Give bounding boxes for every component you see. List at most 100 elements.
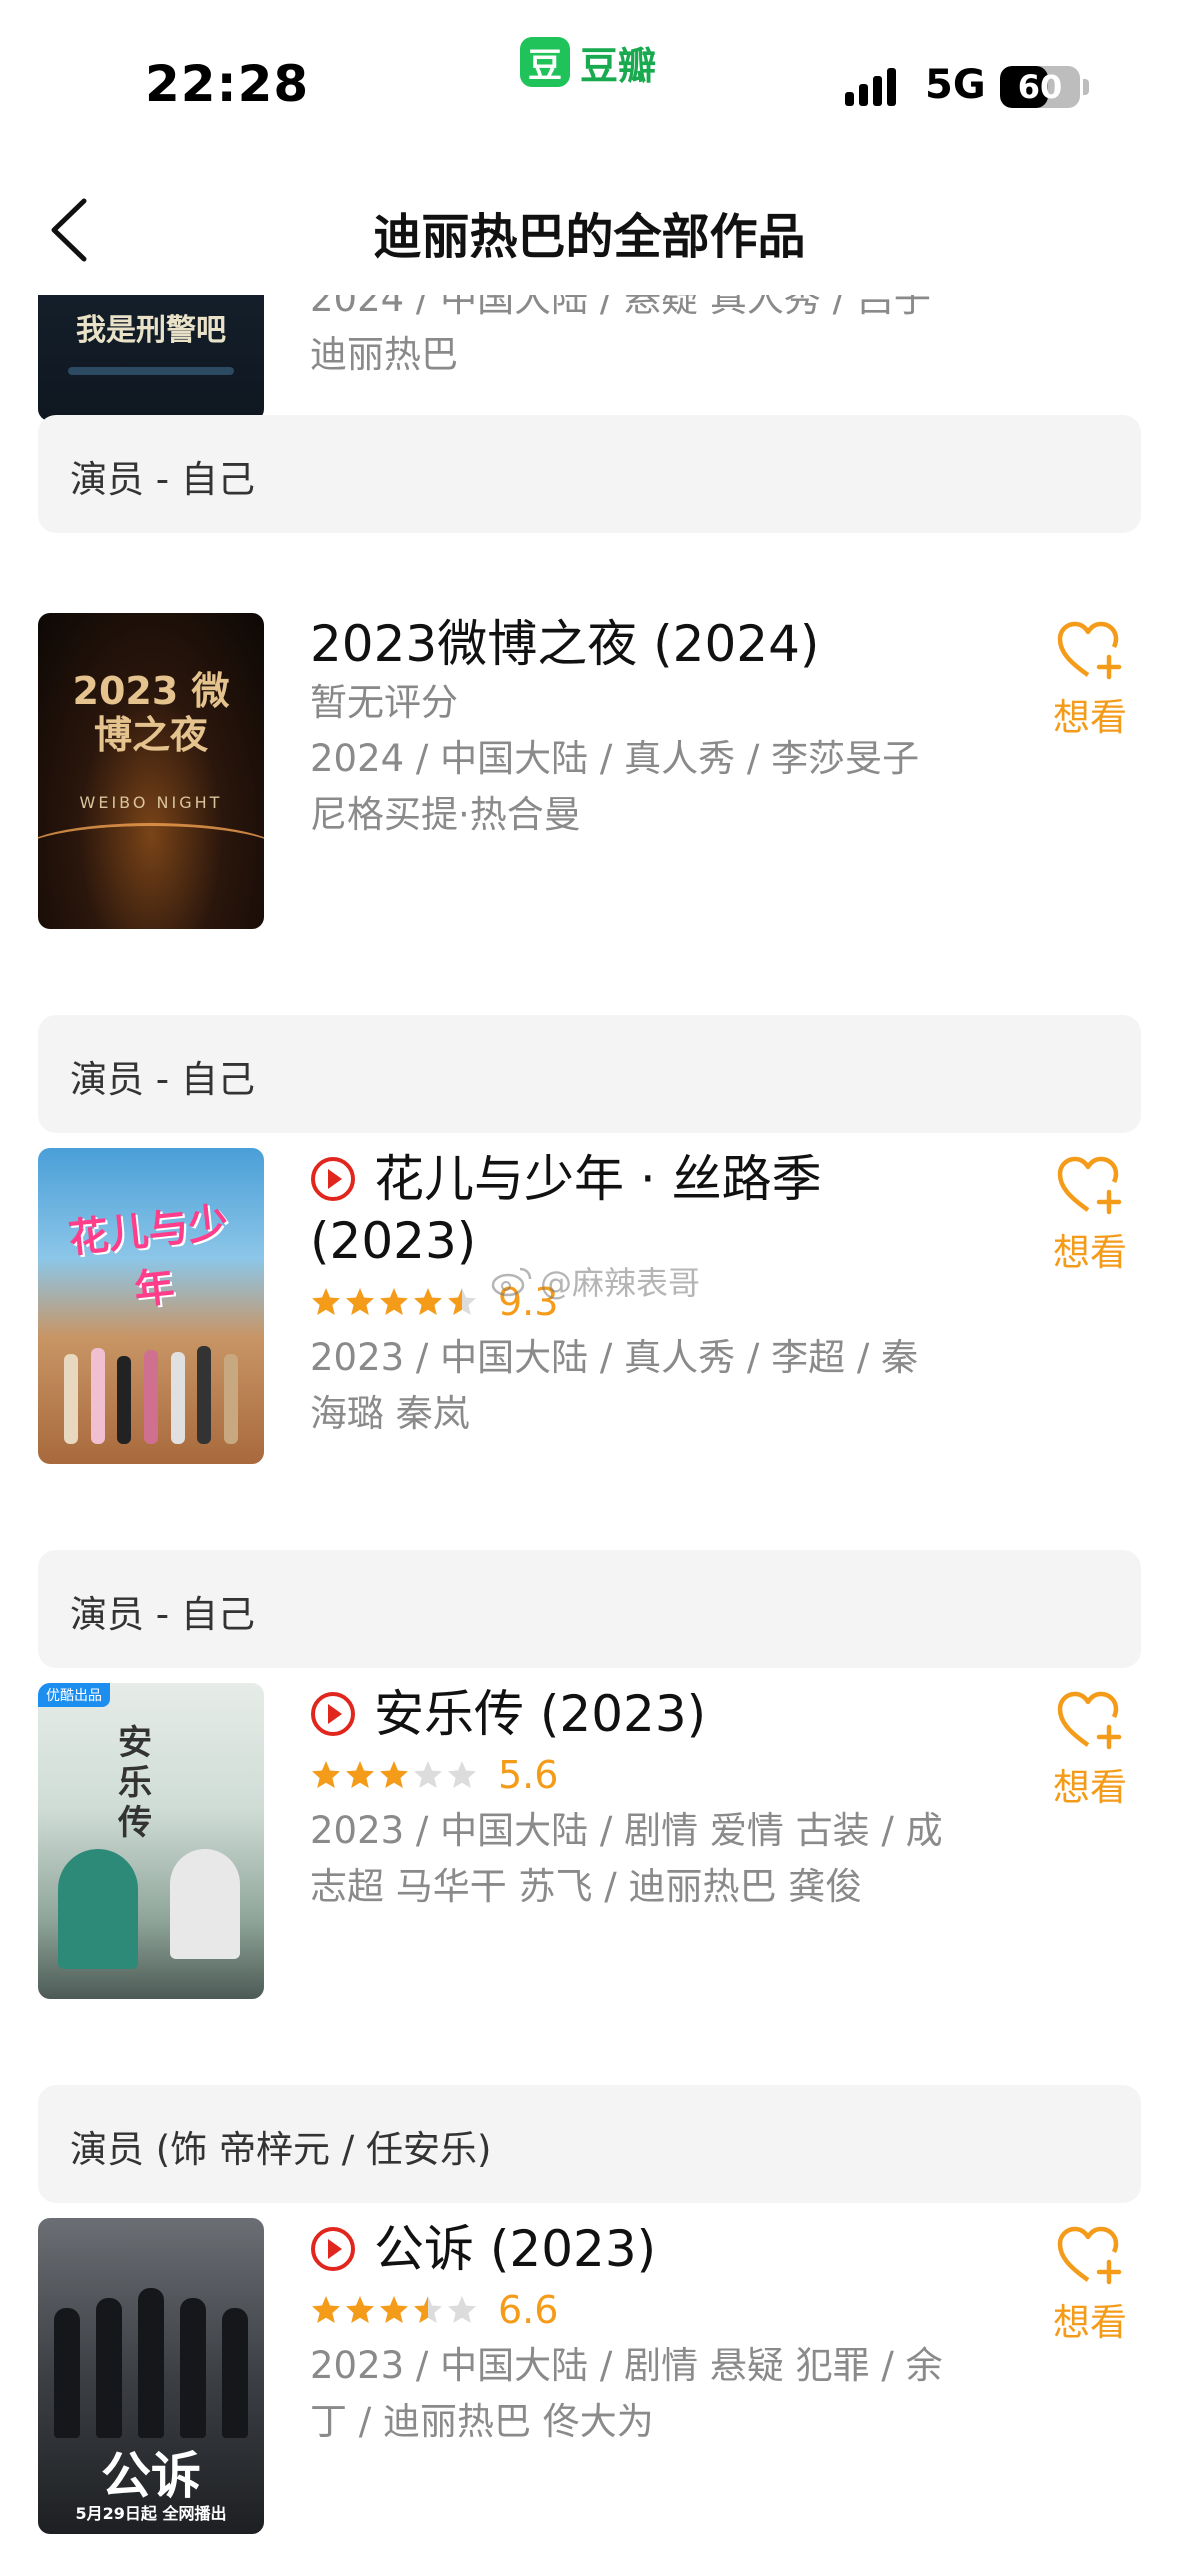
item-info: 2024 / 中国大陆 / 悬疑 真人秀 / 吕子 迪丽热巴 [310, 295, 970, 383]
role-box: 演员 (饰 帝梓元 / 任安乐) [38, 2085, 1141, 2203]
list-item[interactable]: 公诉 5月29日起 全网播出 公诉 (2023) 6.6 2023 / 中国大陆… [0, 2218, 1179, 2556]
want-label: 想看 [1053, 1231, 1127, 1274]
poster-people [58, 1344, 244, 1444]
rating-score: 6.6 [498, 2288, 559, 2332]
poster-badge: 优酷出品 [38, 1683, 110, 1707]
star-icon [448, 2296, 476, 2323]
item-meta-line: 2023 / 中国大陆 / 剧情 悬疑 犯罪 / 余 [310, 2344, 943, 2387]
play-icon [311, 1157, 355, 1201]
nav-bar: 迪丽热巴的全部作品 [0, 175, 1179, 285]
network-type: 5G [925, 62, 986, 108]
role-text: 演员 - 自己 [70, 458, 255, 501]
page-title: 迪丽热巴的全部作品 [373, 209, 806, 265]
role-text: 演员 - 自己 [70, 1593, 255, 1636]
star-icon [380, 2296, 408, 2323]
poster-people [54, 2288, 248, 2438]
want-to-watch-button[interactable]: 想看 [1035, 1154, 1145, 1276]
rating-score: 5.6 [498, 1753, 559, 1797]
want-label: 想看 [1053, 696, 1127, 739]
item-meta-line: 志超 马华干 苏飞 / 迪丽热巴 龚俊 [310, 1865, 863, 1908]
poster-figure [170, 1849, 240, 1959]
item-meta-line: 迪丽热巴 [310, 333, 458, 376]
poster-image[interactable]: 公诉 5月29日起 全网播出 [38, 2218, 264, 2534]
poster-subtext: WEIBO NIGHT [79, 793, 223, 812]
item-title-text: 2023微博之夜 (2024) [310, 615, 820, 673]
star-icon [312, 2296, 340, 2323]
item-meta-line: 尼格买提·热合曼 [310, 793, 581, 836]
list-item[interactable]: 2023 微博之夜 WEIBO NIGHT 2023微博之夜 (2024) 暂无… [0, 613, 1179, 1133]
rating-stars [310, 1759, 478, 1791]
works-list[interactable]: 我是刑警吧 2024 / 中国大陆 / 悬疑 真人秀 / 吕子 迪丽热巴 演员 … [0, 295, 1179, 2556]
star-icon [380, 1288, 408, 1315]
star-icon [312, 1761, 340, 1788]
item-meta-line: 2023 / 中国大陆 / 剧情 爱情 古装 / 成 [310, 1809, 943, 1852]
item-meta-line: 海璐 秦岚 [310, 1392, 470, 1435]
item-title[interactable]: 公诉 (2023) [310, 2218, 970, 2280]
want-to-watch-button[interactable]: 想看 [1035, 1689, 1145, 1811]
poster-decor [68, 367, 234, 375]
role-box: 演员 - 自己 [38, 415, 1141, 533]
star-icon [346, 2296, 374, 2323]
rating-stars [310, 2294, 478, 2326]
heart-plus-icon [1057, 1691, 1122, 1750]
role-text: 演员 - 自己 [70, 1058, 255, 1101]
watermark-text: @麻辣表哥 [540, 1264, 701, 1302]
battery-tip [1083, 79, 1089, 95]
item-title-year-text: (2023) [310, 1212, 477, 1270]
heart-plus-icon [1057, 2226, 1122, 2285]
rating-stars [310, 1286, 478, 1318]
item-info: 公诉 (2023) 6.6 2023 / 中国大陆 / 剧情 悬疑 犯罪 / 余… [310, 2218, 970, 2450]
want-label: 想看 [1053, 2301, 1127, 2344]
star-icon [414, 1288, 442, 1315]
star-icon [346, 1761, 374, 1788]
status-bar: 22:28 豆 豆瓣 5G 60 [0, 0, 1179, 150]
poster-image[interactable]: 我是刑警吧 [38, 295, 264, 421]
poster-subtext: 5月29日起 全网播出 [75, 2504, 227, 2523]
list-item[interactable]: 优酷出品 安乐传 安乐传 (2023) 5.6 2023 / 中国大陆 / 剧情… [0, 1683, 1179, 2203]
weibo-logo-icon [491, 1267, 532, 1297]
star-icon [448, 1288, 476, 1315]
poster-text: 我是刑警吧 [76, 313, 226, 348]
star-icon [346, 1288, 374, 1315]
item-title-text: 花儿与少年 · 丝路季 [374, 1150, 822, 1208]
play-icon [311, 1692, 355, 1736]
star-icon [312, 1288, 340, 1315]
role-box: 演员 - 自己 [38, 1015, 1141, 1133]
item-info: 2023微博之夜 (2024) 暂无评分 2024 / 中国大陆 / 真人秀 /… [310, 613, 970, 843]
list-item[interactable]: 我是刑警吧 2024 / 中国大陆 / 悬疑 真人秀 / 吕子 迪丽热巴 演员 … [0, 295, 1179, 533]
signal-icon [845, 62, 907, 106]
item-title-text: 安乐传 (2023) [374, 1685, 707, 1743]
item-title-text: 公诉 (2023) [374, 2220, 657, 2278]
poster-image[interactable]: 2023 微博之夜 WEIBO NIGHT [38, 613, 264, 929]
poster-figure [58, 1849, 138, 1969]
item-title[interactable]: 2023微博之夜 (2024) [310, 613, 970, 675]
list-item[interactable]: 花儿与少年 花儿与少年 · 丝路季 (2023) 9.3 2023 / 中国大陆… [0, 1148, 1179, 1668]
role-box: 演员 - 自己 [38, 1550, 1141, 1668]
poster-decor [38, 823, 264, 883]
item-title[interactable]: 花儿与少年 · 丝路季 [310, 1148, 970, 1210]
poster-text: 花儿与少年 [66, 1199, 231, 1314]
douban-logo-icon: 豆 [520, 37, 570, 87]
want-to-watch-button[interactable]: 想看 [1035, 619, 1145, 741]
item-meta-line: 2024 / 中国大陆 / 真人秀 / 李莎旻子 [310, 737, 920, 780]
rating-row: 5.6 [310, 1747, 970, 1803]
want-to-watch-button[interactable]: 想看 [1035, 2224, 1145, 2346]
play-icon [311, 2227, 355, 2271]
rating-row: 6.6 [310, 2282, 970, 2338]
heart-plus-icon [1057, 621, 1122, 680]
want-label: 想看 [1053, 1766, 1127, 1809]
battery-percent: 60 [1017, 68, 1063, 106]
item-meta-line: 2024 / 中国大陆 / 悬疑 真人秀 / 吕子 [310, 295, 931, 320]
item-title[interactable]: 安乐传 (2023) [310, 1683, 970, 1745]
battery-icon: 60 [1000, 66, 1080, 108]
no-rating-text: 暂无评分 [310, 681, 458, 724]
poster-text: 公诉 [101, 2447, 201, 2505]
item-info: 安乐传 (2023) 5.6 2023 / 中国大陆 / 剧情 爱情 古装 / … [310, 1683, 970, 1915]
app-indicator: 豆 豆瓣 [520, 36, 656, 88]
poster-image[interactable]: 优酷出品 安乐传 [38, 1683, 264, 1999]
star-icon [448, 1761, 476, 1788]
poster-text: 安乐传 [118, 1723, 152, 1843]
role-text: 演员 (饰 帝梓元 / 任安乐) [70, 2128, 492, 2171]
poster-image[interactable]: 花儿与少年 [38, 1148, 264, 1464]
star-icon [414, 2296, 442, 2323]
